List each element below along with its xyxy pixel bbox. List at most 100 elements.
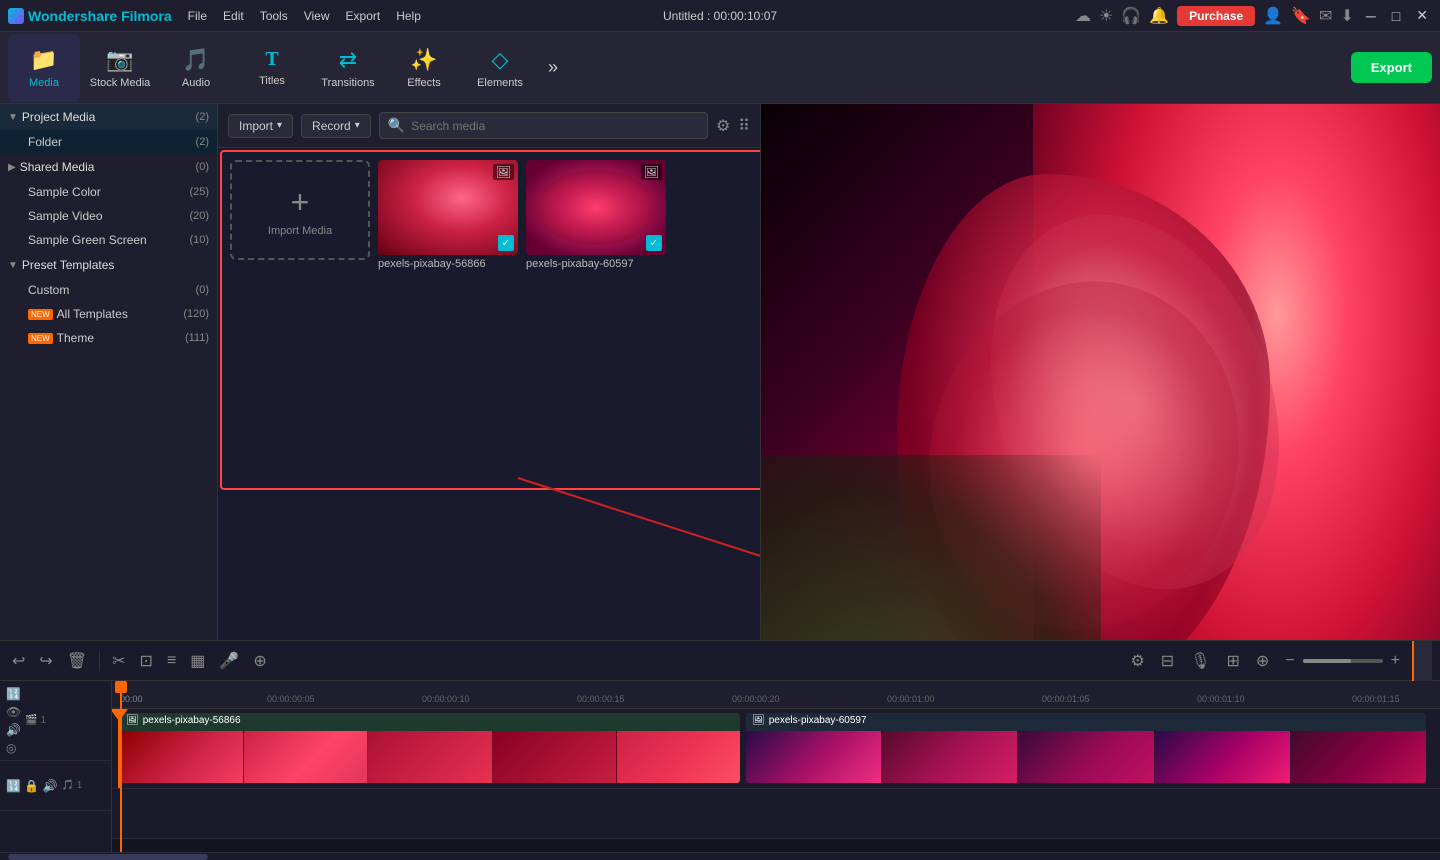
audio-detach-button[interactable]: ▦ xyxy=(186,649,209,673)
dframe-5 xyxy=(1291,731,1426,783)
mail-icon[interactable]: ✉ xyxy=(1319,6,1332,26)
toolbar-elements[interactable]: ◇ Elements xyxy=(464,34,536,102)
purchase-button[interactable]: Purchase xyxy=(1177,6,1255,26)
menu-view[interactable]: View xyxy=(304,9,330,23)
timeline-scrollbar[interactable] xyxy=(0,852,1440,860)
voice-button[interactable]: 🎤 xyxy=(215,649,243,673)
project-media-header[interactable]: ▼ Project Media (2) xyxy=(0,104,217,130)
mic-icon[interactable]: 🎙 xyxy=(1186,649,1214,673)
user-icon[interactable]: 👤 xyxy=(1263,6,1283,26)
preset-templates-header[interactable]: ▼ Preset Templates xyxy=(0,252,217,278)
audio-track-side: 🔢 🔒 🔊 🎵 1 xyxy=(0,761,111,811)
video-mute-icon[interactable]: 🔊 xyxy=(6,723,21,737)
adjust-icon[interactable]: ⊞ xyxy=(1223,649,1244,673)
audio-num-icon[interactable]: 🔢 xyxy=(6,779,21,793)
bookmark-icon[interactable]: 🔖 xyxy=(1291,6,1311,26)
merge-button[interactable]: ⊕ xyxy=(249,649,270,673)
media-item-2[interactable]: 🖼 ✓ pexels-pixabay-60597 xyxy=(526,160,666,270)
dframe-2 xyxy=(882,731,1018,783)
sample-green-item[interactable]: Sample Green Screen (10) xyxy=(0,228,217,252)
video-visible-icon[interactable]: 👁 xyxy=(6,705,21,719)
close-button[interactable]: ✕ xyxy=(1412,7,1432,24)
import-media-placeholder[interactable]: + Import Media xyxy=(230,160,370,260)
toolbar-audio[interactable]: 🎵 Audio xyxy=(160,34,232,102)
theme-item[interactable]: NEW Theme (111) xyxy=(0,326,217,350)
custom-item[interactable]: Custom (0) xyxy=(0,278,217,302)
minimize-button[interactable]: ─ xyxy=(1362,8,1380,24)
grid-view-icon[interactable]: ⠿ xyxy=(738,116,750,136)
video-eye-icon[interactable]: ◎ xyxy=(6,741,21,755)
search-input[interactable] xyxy=(411,119,699,133)
toolbar-stock-media[interactable]: 📷 Stock Media xyxy=(84,34,156,102)
download-icon[interactable]: ⬇ xyxy=(1340,6,1353,26)
cloud-icon[interactable]: ☁ xyxy=(1075,6,1091,26)
video-clip-1[interactable]: 🖼 pexels-pixabay-56866 xyxy=(120,713,740,783)
toolbar-titles[interactable]: T Titles xyxy=(236,34,308,102)
snap-icon[interactable]: ⊟ xyxy=(1157,649,1178,673)
menu-edit[interactable]: Edit xyxy=(223,9,244,23)
maximize-button[interactable]: □ xyxy=(1388,8,1404,24)
check-icon-2: ✓ xyxy=(646,235,662,251)
media-item-1[interactable]: 🖼 ✓ pexels-pixabay-56866 xyxy=(378,160,518,270)
import-button[interactable]: Import ▾ xyxy=(228,114,293,138)
record-button[interactable]: Record ▾ xyxy=(301,114,371,138)
frame-5 xyxy=(617,731,740,783)
image-type-icon-1: 🖼 xyxy=(493,164,514,180)
video-lock-icon[interactable]: 🔢 xyxy=(6,687,21,701)
cut-button[interactable]: ✂ xyxy=(108,649,129,673)
audio-track xyxy=(112,789,1440,839)
scrollbar-thumb[interactable] xyxy=(8,854,208,860)
menu-export[interactable]: Export xyxy=(346,9,381,23)
toolbar-transitions[interactable]: ⇄ Transitions xyxy=(312,34,384,102)
frame-3 xyxy=(368,731,492,783)
sun-icon[interactable]: ☀ xyxy=(1099,6,1113,26)
zoom-in-button[interactable]: + xyxy=(1387,650,1404,672)
sample-color-item[interactable]: Sample Color (25) xyxy=(0,180,217,204)
menu-tools[interactable]: Tools xyxy=(260,9,288,23)
shared-media-label: Shared Media xyxy=(20,160,196,174)
sample-video-item[interactable]: Sample Video (20) xyxy=(0,204,217,228)
audio-vol-icon[interactable]: 🔊 xyxy=(43,779,58,793)
filter-icon[interactable]: ⚙ xyxy=(716,116,730,136)
app-name: Wondershare Filmora xyxy=(28,8,172,24)
media-label: Media xyxy=(29,77,59,89)
clip1-name: pexels-pixabay-56866 xyxy=(143,715,241,726)
sample-video-label: Sample Video xyxy=(28,209,189,223)
toolbar-more-button[interactable]: » xyxy=(540,53,566,82)
headset-icon[interactable]: 🎧 xyxy=(1121,6,1141,26)
import-label: Import xyxy=(239,119,273,133)
menu-help[interactable]: Help xyxy=(396,9,421,23)
speed-button[interactable]: ≡ xyxy=(163,650,180,672)
all-templates-item[interactable]: NEW All Templates (120) xyxy=(0,302,217,326)
export-button[interactable]: Export xyxy=(1351,52,1432,83)
stock-media-label: Stock Media xyxy=(90,77,151,89)
menu-file[interactable]: File xyxy=(188,9,207,23)
folder-label: Folder xyxy=(28,135,196,149)
all-templates-count: (120) xyxy=(183,308,209,320)
audio-lock-icon[interactable]: 🔒 xyxy=(24,779,39,793)
folder-count: (2) xyxy=(196,136,209,148)
new-badge-all-templates: NEW xyxy=(28,309,53,320)
toolbar-effects[interactable]: ✨ Effects xyxy=(388,34,460,102)
redo-button[interactable]: ↪ xyxy=(35,649,56,673)
crop-button[interactable]: ⊡ xyxy=(136,649,157,673)
record-arrow-icon: ▾ xyxy=(355,120,360,131)
settings-icon[interactable]: ⚙ xyxy=(1126,649,1148,673)
frame-4 xyxy=(493,731,617,783)
notification-icon[interactable]: 🔔 xyxy=(1149,6,1169,26)
zoom-out-button[interactable]: − xyxy=(1281,650,1298,672)
dframe-1 xyxy=(746,731,882,783)
undo-button[interactable]: ↩ xyxy=(8,649,29,673)
video-clip-2[interactable]: 🖼 pexels-pixabay-60597 xyxy=(746,713,1426,783)
effects-label: Effects xyxy=(407,77,440,89)
timeline-toolbar: ↩ ↪ 🗑 ✂ ⊡ ≡ ▦ 🎤 ⊕ ⚙ ⊟ 🎙 ⊞ ⊕ − + xyxy=(0,641,1440,681)
clip2-icon: 🖼 xyxy=(752,715,765,726)
delete-button[interactable]: 🗑 xyxy=(63,649,91,673)
ruler-05: 00:00:00:05 xyxy=(267,694,315,704)
shared-media-header[interactable]: ▶ Shared Media (0) xyxy=(0,154,217,180)
video-track-label: 🎬 1 xyxy=(25,715,46,726)
folder-item[interactable]: Folder (2) xyxy=(0,130,217,154)
shared-media-count: (0) xyxy=(196,161,209,173)
add-track-icon[interactable]: ⊕ xyxy=(1252,649,1273,673)
toolbar-media[interactable]: 📁 Media xyxy=(8,34,80,102)
